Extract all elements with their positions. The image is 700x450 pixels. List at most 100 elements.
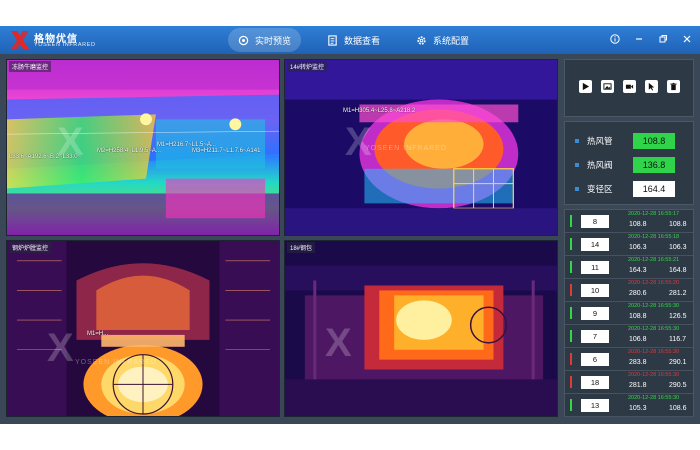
restore-icon[interactable] xyxy=(656,32,670,46)
status-indicator xyxy=(570,284,572,296)
tab-data-view[interactable]: 数据查看 xyxy=(317,28,390,52)
camera-view-4[interactable]: X 18#钢包 xyxy=(284,240,558,417)
list-item[interactable]: 7 2020-12-28 16:55:30 106.8 116.7 xyxy=(565,325,693,348)
tab-label: 数据查看 xyxy=(344,35,381,46)
timestamp: 2020-12-28 16:55:30 xyxy=(628,303,680,309)
zone-row: 变径区 164.4 xyxy=(575,180,691,198)
trash-icon[interactable] xyxy=(667,80,680,93)
timestamp: 2020-12-28 16:55:30 xyxy=(628,372,680,378)
app-window: 格物优信 YOSEEN INFRARED 实时预览 数据查看 系统配置 X 冻肠… xyxy=(0,26,700,424)
point-id: 7 xyxy=(581,330,609,343)
camera-grid: X 冻肠牛磨监控 M2=H258.4~L1.9.5~A... M1=H216.7… xyxy=(6,59,558,417)
list-item[interactable]: 6 2020-12-28 16:55:30 283.8 290.1 xyxy=(565,348,693,371)
temp-value: 281.8 xyxy=(629,382,647,389)
brand-logo: 格物优信 YOSEEN INFRARED xyxy=(10,29,120,51)
temp-value: 164.3 xyxy=(629,267,647,274)
tab-label: 实时预览 xyxy=(255,35,292,46)
bullet-icon xyxy=(575,139,579,143)
measure-readout: M1=H305.4~L25.8~A218.2 xyxy=(343,108,416,114)
main-nav: 实时预览 数据查看 系统配置 xyxy=(228,28,495,52)
point-id: 10 xyxy=(581,284,609,297)
video-icon[interactable] xyxy=(623,80,636,93)
temp-value: 106.8 xyxy=(629,336,647,343)
tool-panel xyxy=(564,59,694,117)
document-icon xyxy=(328,34,337,46)
point-id: 14 xyxy=(581,238,609,251)
zone-label: 热风管 xyxy=(587,136,613,146)
camera-title: 18#钢包 xyxy=(287,242,316,253)
temp-value: 106.3 xyxy=(629,244,647,251)
timestamp: 2020-12-28 16:55:30 xyxy=(628,349,680,355)
zone-temperature-panel: 热风管 108.8 热风阀 136.8 变径区 164.4 xyxy=(564,121,694,205)
window-controls xyxy=(598,32,694,46)
watermark-text: YOSEEN INFRARED xyxy=(75,359,157,366)
info-icon[interactable] xyxy=(608,32,622,46)
timestamp: 2020-12-28 16:55:17 xyxy=(628,211,680,217)
tab-live-preview[interactable]: 实时预览 xyxy=(228,28,302,52)
watermark-text: YOSEEN INFRARED xyxy=(365,145,447,152)
point-id: 18 xyxy=(581,376,609,389)
temp-value: 126.5 xyxy=(669,313,687,320)
image-icon[interactable] xyxy=(601,80,614,93)
timestamp: 2020-12-28 16:55:21 xyxy=(628,257,680,263)
camera-title: 14#转炉监控 xyxy=(287,61,328,72)
point-id: 6 xyxy=(581,353,609,366)
temp-value: 116.7 xyxy=(669,336,686,343)
status-indicator xyxy=(570,353,572,365)
temp-value: 290.5 xyxy=(669,382,687,389)
list-item[interactable]: 8 2020-12-28 16:55:17 108.8 108.8 xyxy=(565,210,693,233)
tab-system-config[interactable]: 系统配置 xyxy=(406,28,479,52)
temp-value: 106.3 xyxy=(669,244,687,251)
camera-view-3[interactable]: X YOSEEN INFRARED 钢炉炉膛监控 M1=H... xyxy=(6,240,280,417)
watermark-logo: X xyxy=(345,120,372,164)
camera-view-1[interactable]: X 冻肠牛磨监控 M2=H258.4~L1.9.5~A... M1=H216.7… xyxy=(6,59,280,236)
camera-lens-icon xyxy=(238,35,249,45)
list-item[interactable]: 11 2020-12-28 16:55:21 164.3 164.8 xyxy=(565,256,693,279)
temp-value: 108.8 xyxy=(669,221,687,228)
tool-row xyxy=(579,80,689,93)
list-item[interactable]: 10 2020-12-28 16:55:20 280.6 281.2 xyxy=(565,279,693,302)
temp-value: 108.8 xyxy=(629,313,647,320)
measure-readout: M1=H... xyxy=(87,331,109,337)
camera-view-2[interactable]: X YOSEEN INFRARED 14#转炉监控 M1=H305.4~L25.… xyxy=(284,59,558,236)
temp-value: 108.6 xyxy=(669,405,687,412)
zone-label: 变径区 xyxy=(587,184,613,194)
play-icon[interactable] xyxy=(579,80,592,93)
tab-label: 系统配置 xyxy=(433,35,470,46)
timestamp: 2020-12-28 16:55:30 xyxy=(628,395,680,401)
point-id: 8 xyxy=(581,215,609,228)
zone-row: 热风阀 136.8 xyxy=(575,156,691,174)
alarm-list: 8 2020-12-28 16:55:17 108.8 108.8 14 2020-12-… xyxy=(564,209,694,417)
cursor-icon[interactable] xyxy=(645,80,658,93)
bullet-icon xyxy=(575,187,579,191)
zone-value: 108.8 xyxy=(633,133,675,149)
gear-icon xyxy=(417,35,426,45)
list-item[interactable]: 18 2020-12-28 16:55:30 281.8 290.5 xyxy=(565,371,693,394)
list-item[interactable]: 14 2020-12-28 16:55:18 106.3 106.3 xyxy=(565,233,693,256)
list-item[interactable]: 9 2020-12-28 16:55:30 108.8 126.5 xyxy=(565,302,693,325)
zone-value: 164.4 xyxy=(633,181,675,197)
timestamp: 2020-12-28 16:55:30 xyxy=(628,326,680,332)
watermark-logo: X xyxy=(325,321,352,365)
logo-x-icon xyxy=(11,31,29,49)
status-indicator xyxy=(570,307,572,319)
measure-readout: L33.6~A192.6~B.2~L33.0~ xyxy=(9,154,82,160)
zone-value: 136.8 xyxy=(633,157,675,173)
temp-value: 283.8 xyxy=(629,359,647,366)
minimize-icon[interactable] xyxy=(632,32,646,46)
camera-title: 钢炉炉膛监控 xyxy=(9,242,52,253)
bullet-icon xyxy=(575,163,579,167)
camera-title: 冻肠牛磨监控 xyxy=(9,61,52,72)
close-icon[interactable] xyxy=(680,32,694,46)
side-panel: 热风管 108.8 热风阀 136.8 变径区 164.4 8 2020-12-2… xyxy=(564,59,694,417)
measure-readout: M3=H211.7~L1.7.6~A141 xyxy=(192,148,261,154)
status-indicator xyxy=(570,330,572,342)
list-item[interactable]: 13 2020-12-28 16:55:30 105.3 108.6 xyxy=(565,394,693,417)
temp-value: 105.3 xyxy=(629,405,647,412)
point-id: 11 xyxy=(581,261,609,274)
zone-label: 热风阀 xyxy=(587,160,613,170)
temp-value: 281.2 xyxy=(669,290,687,297)
status-indicator xyxy=(570,238,572,250)
status-indicator xyxy=(570,261,572,273)
title-bar: 格物优信 YOSEEN INFRARED 实时预览 数据查看 系统配置 xyxy=(0,26,700,54)
